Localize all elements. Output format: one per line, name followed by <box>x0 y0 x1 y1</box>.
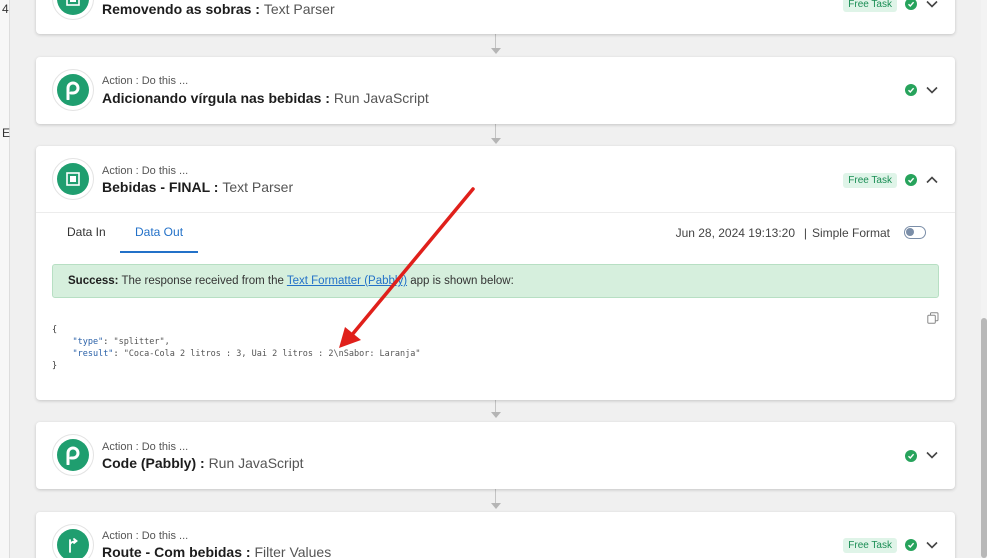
workflow-step-card[interactable]: Action : Do this ... Route - Com bebidas… <box>36 512 955 558</box>
chevron-down-icon[interactable] <box>925 448 939 462</box>
pabbly-p-icon <box>57 74 89 106</box>
chevron-down-icon[interactable] <box>925 538 939 552</box>
success-check-icon <box>905 0 917 10</box>
success-check-icon <box>905 539 917 551</box>
step-action-label: Action : Do this ... <box>102 530 189 542</box>
step-app-name: Text Parser <box>263 1 335 17</box>
step-app-name: Run JavaScript <box>333 90 429 106</box>
left-panel-fragment: E <box>2 126 11 140</box>
free-task-badge: Free Task <box>843 0 897 12</box>
simple-format-toggle[interactable] <box>904 226 926 239</box>
step-title: Route - Com bebidas : Filter Values <box>102 544 331 558</box>
text-parser-icon <box>57 163 89 195</box>
toggle-knob <box>906 228 914 236</box>
timestamp-separator: | <box>803 226 807 240</box>
chevron-up-icon[interactable] <box>925 173 939 187</box>
step-title: Adicionando vírgula nas bebidas : Run Ja… <box>102 90 429 106</box>
step-title: Removendo as sobras : Text Parser <box>102 1 335 17</box>
chevron-down-icon[interactable] <box>925 83 939 97</box>
step-action-label: Action : Do this ... <box>102 441 189 453</box>
step-app-icon <box>52 0 94 20</box>
free-task-badge: Free Task <box>843 173 897 188</box>
workflow-step-card[interactable]: Action : Do this ... Code (Pabbly) : Run… <box>36 422 955 489</box>
step-app-icon <box>52 524 94 558</box>
success-check-icon <box>905 450 917 462</box>
step-app-name: Text Parser <box>222 179 294 195</box>
json-value-type: "splitter", <box>113 337 170 347</box>
workflow-step-card-expanded[interactable]: Action : Do this ... Bebidas - FINAL : T… <box>36 146 955 400</box>
success-text-before: The response received from the <box>121 275 284 287</box>
tab-data-in[interactable]: Data In <box>52 213 121 253</box>
step-name: Code (Pabbly) : <box>102 455 205 471</box>
json-brace-close: } <box>52 361 58 371</box>
json-brace-open: { <box>52 325 58 335</box>
pabbly-p-icon <box>57 439 89 471</box>
connector-arrow-icon <box>491 48 501 54</box>
text-formatter-link[interactable]: Text Formatter (Pabbly) <box>287 275 407 287</box>
success-check-icon <box>905 84 917 96</box>
step-name: Adicionando vírgula nas bebidas : <box>102 90 330 106</box>
step-name: Removendo as sobras : <box>102 1 260 17</box>
json-response: { "type": "splitter", "result": "Coca-Co… <box>52 325 421 371</box>
step-name: Bebidas - FINAL : <box>102 179 219 195</box>
router-icon <box>57 529 89 558</box>
step-app-icon <box>52 69 94 111</box>
left-panel-fragment: 4 <box>2 2 9 16</box>
step-action-label: Action : Do this ... <box>102 75 189 87</box>
success-message-bar: Success: The response received from the … <box>52 264 939 298</box>
json-key-type: "type" <box>72 337 104 347</box>
free-task-badge: Free Task <box>843 538 897 553</box>
simple-format-label: Simple Format <box>811 226 890 240</box>
text-parser-icon <box>57 0 89 15</box>
scrollbar-thumb[interactable] <box>981 318 987 558</box>
step-action-label: Action : Do this ... <box>102 165 189 177</box>
workflow-step-card[interactable]: Action : Do this ... Adicionando vírgula… <box>36 57 955 124</box>
copy-icon[interactable] <box>927 311 939 324</box>
success-label: Success: <box>68 275 119 287</box>
step-title: Code (Pabbly) : Run JavaScript <box>102 455 304 471</box>
step-app-icon <box>52 158 94 200</box>
step-app-icon <box>52 434 94 476</box>
success-text-after: app is shown below: <box>410 275 514 287</box>
chevron-down-icon[interactable] <box>925 0 939 11</box>
json-key-result: "result" <box>72 349 114 359</box>
success-check-icon <box>905 174 917 186</box>
workflow-step-card[interactable]: Removendo as sobras : Text Parser Free T… <box>36 0 955 34</box>
response-timestamp: Jun 28, 2024 19:13:20 <box>675 226 795 240</box>
step-title: Bebidas - FINAL : Text Parser <box>102 179 293 195</box>
step-app-name: Run JavaScript <box>208 455 304 471</box>
connector-arrow-icon <box>491 412 501 418</box>
connector-arrow-icon <box>491 138 501 144</box>
connector-arrow-icon <box>491 503 501 509</box>
data-tabs-row: Data In Data Out Jun 28, 2024 19:13:20 |… <box>36 212 955 253</box>
tab-data-out[interactable]: Data Out <box>120 213 199 253</box>
step-app-name: Filter Values <box>254 544 332 558</box>
step-name: Route - Com bebidas : <box>102 544 251 558</box>
left-panel-edge: 4 E <box>0 0 10 558</box>
json-value-result: "Coca-Cola 2 litros : 3, Uai 2 litros : … <box>123 349 421 359</box>
